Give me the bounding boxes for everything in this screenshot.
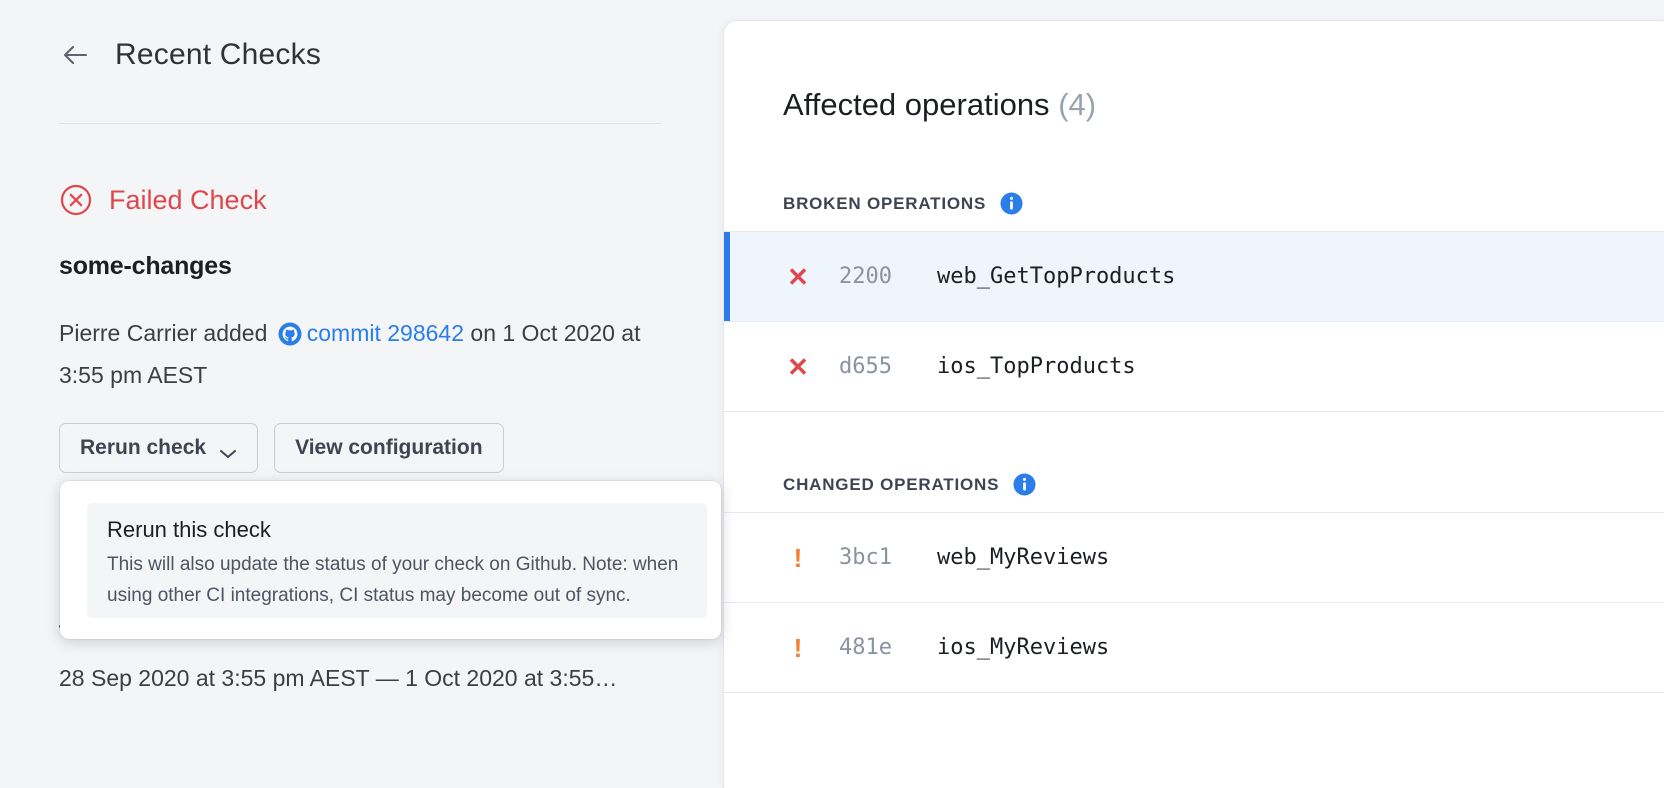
table-row[interactable]: ! 3bc1 web_MyReviews bbox=[724, 512, 1664, 603]
broken-operations-label: BROKEN OPERATIONS bbox=[783, 194, 986, 214]
info-icon[interactable] bbox=[1013, 473, 1036, 496]
affected-operations-panel: Affected operations (4) BROKEN OPERATION… bbox=[723, 20, 1664, 788]
popover-description: This will also update the status of your… bbox=[107, 549, 687, 611]
broken-operations-list: ✕ 2200 web_GetTopProducts ✕ d655 ios_Top… bbox=[724, 232, 1664, 412]
header-divider bbox=[59, 123, 661, 124]
github-icon bbox=[278, 317, 302, 341]
operation-status-icon: ✕ bbox=[783, 354, 813, 380]
affected-operations-title: Affected operations (4) bbox=[783, 87, 1096, 123]
app-root: Recent Checks Failed Check some-changes … bbox=[0, 0, 1664, 788]
check-name: some-changes bbox=[59, 252, 232, 281]
table-row[interactable]: ! 481e ios_MyReviews bbox=[724, 602, 1664, 693]
info-icon[interactable] bbox=[1000, 192, 1023, 215]
arrow-left-icon[interactable] bbox=[59, 38, 93, 72]
rerun-check-popover: Rerun this check This will also update t… bbox=[60, 481, 721, 639]
view-configuration-label: View configuration bbox=[295, 436, 482, 460]
operation-name: ios_TopProducts bbox=[937, 354, 1136, 379]
commit-attribution: Pierre Carrier added commit 298642 on 1 … bbox=[59, 312, 659, 396]
left-detail-panel: Recent Checks Failed Check some-changes … bbox=[0, 0, 723, 788]
timeframe-value: 28 Sep 2020 at 3:55 pm AEST — 1 Oct 2020… bbox=[59, 665, 617, 692]
operation-name: ios_MyReviews bbox=[937, 635, 1109, 660]
check-status: Failed Check bbox=[59, 183, 267, 217]
operation-id: 3bc1 bbox=[839, 545, 915, 570]
status-badge: Failed Check bbox=[109, 185, 267, 216]
operation-status-icon: ✕ bbox=[783, 264, 813, 290]
operation-status-icon: ! bbox=[783, 635, 813, 661]
page-header: Recent Checks bbox=[59, 38, 321, 72]
page-title: Recent Checks bbox=[115, 38, 321, 72]
commit-link[interactable]: commit 298642 bbox=[307, 320, 464, 346]
broken-operations-heading: BROKEN OPERATIONS bbox=[724, 192, 1023, 215]
table-row[interactable]: ✕ 2200 web_GetTopProducts bbox=[724, 231, 1664, 322]
table-row[interactable]: ✕ d655 ios_TopProducts bbox=[724, 321, 1664, 412]
chevron-down-icon bbox=[219, 442, 237, 454]
changed-operations-label: CHANGED OPERATIONS bbox=[783, 475, 999, 495]
x-circle-icon bbox=[59, 183, 93, 217]
popover-content[interactable]: Rerun this check This will also update t… bbox=[87, 503, 707, 618]
popover-title: Rerun this check bbox=[107, 517, 687, 543]
operation-status-icon: ! bbox=[783, 545, 813, 571]
commit-author-text: Pierre Carrier added bbox=[59, 320, 267, 346]
operation-name: web_MyReviews bbox=[937, 545, 1109, 570]
affected-operations-title-text: Affected operations bbox=[783, 87, 1050, 122]
operation-id: 481e bbox=[839, 635, 915, 660]
rerun-check-label: Rerun check bbox=[80, 436, 206, 460]
changed-operations-list: ! 3bc1 web_MyReviews ! 481e ios_MyReview… bbox=[724, 513, 1664, 693]
operation-id: d655 bbox=[839, 354, 915, 379]
changed-operations-heading: CHANGED OPERATIONS bbox=[724, 473, 1036, 496]
rerun-check-button[interactable]: Rerun check bbox=[59, 423, 258, 473]
action-button-row: Rerun check View configuration bbox=[59, 423, 504, 473]
operation-id: 2200 bbox=[839, 264, 915, 289]
view-configuration-button[interactable]: View configuration bbox=[274, 423, 503, 473]
operation-name: web_GetTopProducts bbox=[937, 264, 1175, 289]
affected-operations-count: (4) bbox=[1058, 87, 1096, 122]
